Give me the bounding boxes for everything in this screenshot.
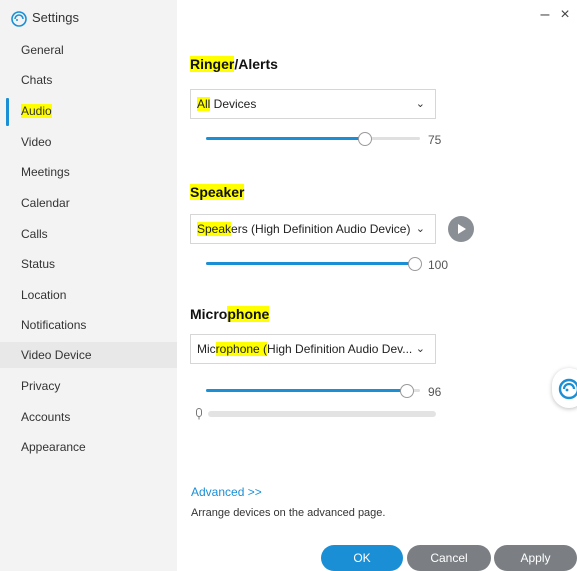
speaker-volume-thumb[interactable]: [408, 257, 422, 271]
sidebar-item-audio[interactable]: Audio: [0, 98, 177, 126]
app-logo-icon: [11, 11, 27, 27]
ok-button[interactable]: OK: [321, 545, 403, 571]
advanced-description: Arrange devices on the advanced page.: [191, 507, 386, 519]
chevron-down-icon: ⌄: [415, 223, 425, 235]
chevron-down-icon: ⌄: [415, 343, 425, 355]
ringer-section-title: Ringer/Alerts: [190, 56, 278, 72]
app-title-bar: Settings: [0, 0, 177, 36]
sidebar-item-calls[interactable]: Calls: [0, 221, 177, 247]
assistant-button[interactable]: [552, 368, 577, 408]
sidebar-item-status[interactable]: Status: [0, 251, 177, 277]
play-test-sound-button[interactable]: [448, 216, 474, 242]
ringer-device-select[interactable]: All Devices ⌄: [190, 89, 436, 119]
speaker-volume-slider[interactable]: [206, 257, 422, 271]
sidebar-item-chats[interactable]: Chats: [0, 67, 177, 93]
microphone-volume-slider[interactable]: [206, 384, 420, 398]
sidebar-item-accounts[interactable]: Accounts: [0, 404, 177, 430]
microphone-icon: [196, 408, 202, 420]
sidebar-item-meetings[interactable]: Meetings: [0, 159, 177, 185]
sidebar-item-calendar[interactable]: Calendar: [0, 190, 177, 216]
microphone-volume-value: 96: [428, 385, 442, 399]
sidebar-item-location[interactable]: Location: [0, 282, 177, 308]
app-title: Settings: [32, 10, 79, 25]
sidebar-item-appearance[interactable]: Appearance: [0, 434, 177, 460]
sidebar-item-video-device[interactable]: Video Device: [0, 342, 177, 368]
minimize-button[interactable]: –: [535, 6, 555, 24]
speaker-section-title: Speaker: [190, 184, 245, 200]
microphone-volume-thumb[interactable]: [400, 384, 414, 398]
sidebar-item-notifications[interactable]: Notifications: [0, 312, 177, 338]
microphone-device-select[interactable]: Microphone (High Definition Audio Dev...…: [190, 334, 436, 364]
sidebar-item-video[interactable]: Video: [0, 129, 177, 155]
ringer-volume-slider[interactable]: [206, 132, 420, 146]
speaker-device-select[interactable]: Speakers (High Definition Audio Device) …: [190, 214, 436, 244]
sidebar-item-general[interactable]: General: [0, 37, 177, 63]
sidebar: Settings General Chats Audio Video Meeti…: [0, 0, 177, 571]
ringer-volume-value: 75: [428, 133, 442, 147]
close-button[interactable]: ×: [555, 6, 575, 24]
microphone-input-level: [208, 411, 436, 417]
chevron-down-icon: ⌄: [415, 98, 425, 110]
advanced-link[interactable]: Advanced >>: [191, 485, 262, 499]
speaker-volume-value: 100: [428, 258, 449, 272]
microphone-section-title: Microphone: [190, 306, 270, 322]
ringer-volume-thumb[interactable]: [358, 132, 372, 146]
apply-button[interactable]: Apply: [494, 545, 577, 571]
assistant-icon: [558, 378, 577, 400]
cancel-button[interactable]: Cancel: [407, 545, 491, 571]
sidebar-item-privacy[interactable]: Privacy: [0, 373, 177, 399]
